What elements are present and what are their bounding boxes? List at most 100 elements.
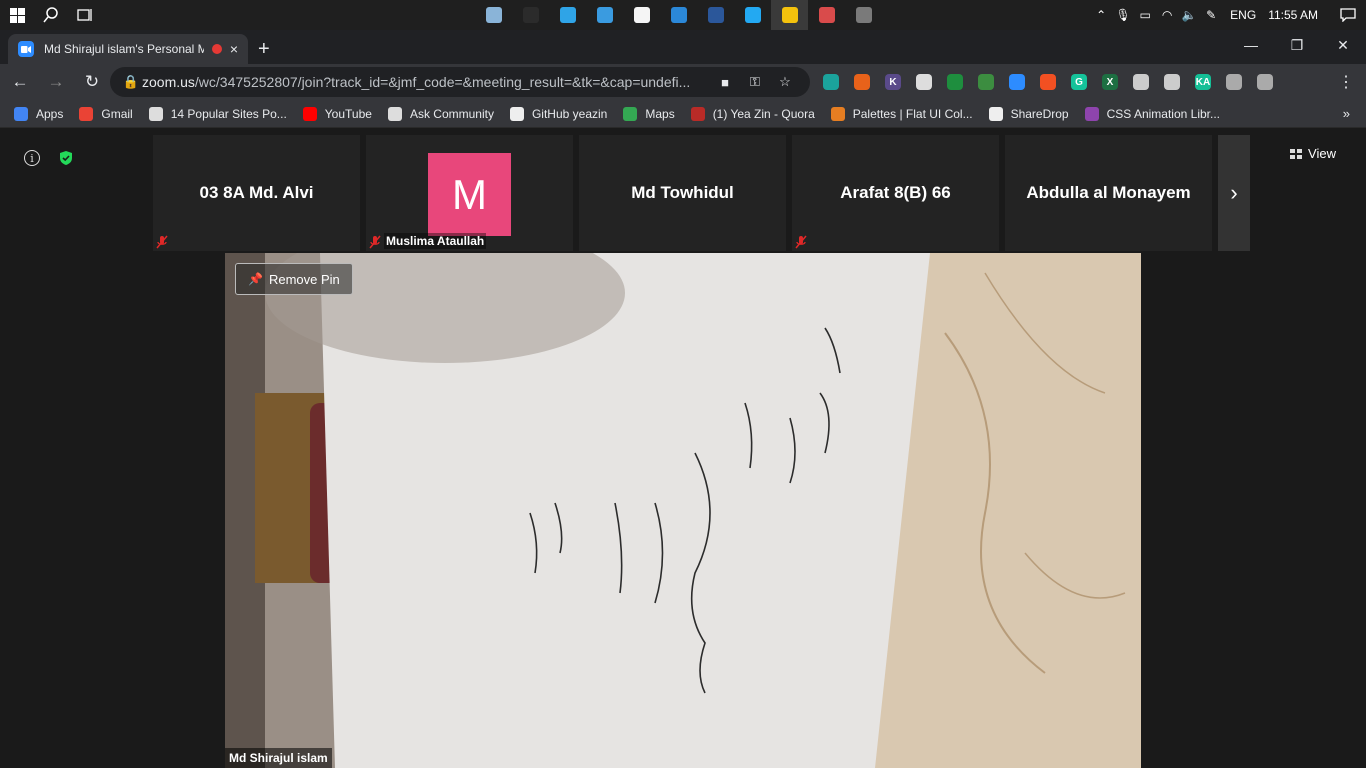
close-tab-icon[interactable]: × xyxy=(230,41,238,57)
extension-button[interactable] xyxy=(1128,69,1154,95)
star-icon[interactable]: ☆ xyxy=(770,74,800,90)
chevron-up-icon[interactable]: ⌃ xyxy=(1090,0,1112,30)
close-window-icon[interactable]: ✕ xyxy=(1320,30,1366,60)
clock[interactable]: 11:55 AM xyxy=(1264,8,1330,22)
wifi-icon[interactable]: ◠ xyxy=(1156,0,1178,30)
extension-button[interactable] xyxy=(942,69,968,95)
bookmark-item[interactable]: ShareDrop xyxy=(988,106,1069,121)
zoom-icon xyxy=(18,41,34,57)
extension-button[interactable]: X xyxy=(1097,69,1123,95)
ext-4-icon xyxy=(916,74,932,90)
taskbar-app-mail[interactable] xyxy=(660,0,697,30)
pen-icon[interactable]: ✎ xyxy=(1200,0,1222,30)
bookmark-item[interactable]: CSS Animation Libr... xyxy=(1084,106,1220,121)
key-icon[interactable]: ⚿ xyxy=(740,74,770,90)
ext-14-icon xyxy=(1226,74,1242,90)
extension-button[interactable] xyxy=(818,69,844,95)
participant-tile[interactable]: Abdulla al Monayem xyxy=(1005,135,1212,251)
extensions-row: K G X KA xyxy=(818,69,1283,95)
taskbar-app-vscode[interactable] xyxy=(734,0,771,30)
photos-icon xyxy=(485,7,502,23)
back-icon[interactable]: ← xyxy=(4,66,36,98)
language-indicator[interactable]: ENG xyxy=(1222,8,1264,22)
taskbar-app-store[interactable] xyxy=(623,0,660,30)
extension-button[interactable] xyxy=(1252,69,1278,95)
more-bookmarks-icon[interactable]: » xyxy=(1343,106,1350,121)
microphone-icon[interactable]: 🎙 xyxy=(1112,0,1134,30)
restore-icon[interactable]: ❐ xyxy=(1274,30,1320,60)
bookmark-item[interactable]: Gmail xyxy=(79,106,133,121)
remove-pin-button[interactable]: 📌 Remove Pin xyxy=(235,263,353,295)
bookmark-item[interactable]: 14 Popular Sites Po... xyxy=(148,106,287,121)
extension-button[interactable]: K xyxy=(880,69,906,95)
bookmark-label: Gmail xyxy=(101,106,133,121)
bookmark-item[interactable]: GitHub yeazin xyxy=(509,106,607,121)
address-bar[interactable]: 🔒 zoom.us/wc/3475252807/join?track_id=&j… xyxy=(110,67,810,97)
extensions-puzzle-icon[interactable]: ⋮ xyxy=(1338,72,1354,92)
notification-icon[interactable] xyxy=(1330,0,1366,30)
bookmark-item[interactable]: (1) Yea Zin - Quora xyxy=(690,106,815,121)
taskbar-app-terminal[interactable] xyxy=(512,0,549,30)
youtube-icon xyxy=(302,106,317,121)
extension-button[interactable] xyxy=(1035,69,1061,95)
windows-start-button[interactable] xyxy=(0,0,34,30)
pinned-participant-name: Md Shirajul islam xyxy=(225,748,332,768)
view-button[interactable]: View xyxy=(1290,146,1336,161)
browser-tab[interactable]: Md Shirajul islam's Personal M × xyxy=(8,34,248,64)
info-icon[interactable]: i xyxy=(24,150,40,166)
ext-2-icon xyxy=(854,74,870,90)
bookmark-item[interactable]: Ask Community xyxy=(387,106,494,121)
taskbar-app-chrome[interactable] xyxy=(771,0,808,30)
url-text[interactable]: zoom.us/wc/3475252807/join?track_id=&jmf… xyxy=(142,74,710,90)
extension-button[interactable] xyxy=(1004,69,1030,95)
participant-tile[interactable]: M Muslima Ataullah xyxy=(366,135,573,251)
minimize-icon[interactable]: — xyxy=(1228,30,1274,60)
new-tab-button[interactable]: + xyxy=(258,38,270,61)
extension-button[interactable] xyxy=(849,69,875,95)
taskbar-app-word[interactable] xyxy=(697,0,734,30)
lock-icon[interactable]: 🔒 xyxy=(120,74,142,90)
bookmark-item[interactable]: Palettes | Flat UI Col... xyxy=(830,106,973,121)
ext-15-icon xyxy=(1257,74,1273,90)
ext-8-icon xyxy=(1040,74,1056,90)
bookmark-item[interactable]: Apps xyxy=(14,106,64,121)
participant-tile[interactable]: Md Towhidul xyxy=(579,135,786,251)
participant-label: Muslima Ataullah xyxy=(384,233,487,249)
bookmark-label: Apps xyxy=(36,106,64,121)
extension-button[interactable] xyxy=(1159,69,1185,95)
camera-icon[interactable]: ■ xyxy=(710,75,740,90)
task-view-icon xyxy=(77,9,92,21)
muted-mic-icon xyxy=(156,235,168,249)
extension-button[interactable] xyxy=(911,69,937,95)
bookmark-item[interactable]: YouTube xyxy=(302,106,372,121)
taskbar-app-edge[interactable] xyxy=(549,0,586,30)
windows-taskbar: ⌃ 🎙 ▭ ◠ 🔈 ✎ ENG 11:55 AM xyxy=(0,0,1366,30)
taskbar-app-calculator[interactable] xyxy=(845,0,882,30)
taskbar-app-photos[interactable] xyxy=(475,0,512,30)
bookmark-item[interactable]: Maps xyxy=(623,106,675,121)
taskbar-app-pc[interactable] xyxy=(586,0,623,30)
extension-button[interactable] xyxy=(973,69,999,95)
globe-icon xyxy=(387,106,402,121)
volume-icon[interactable]: 🔈 xyxy=(1178,0,1200,30)
edge-icon xyxy=(559,7,576,23)
next-page-chevron-icon[interactable]: › xyxy=(1218,135,1250,251)
task-view-button[interactable] xyxy=(68,0,102,30)
shield-icon[interactable] xyxy=(58,150,74,166)
search-button[interactable] xyxy=(34,0,68,30)
ext-11-icon xyxy=(1133,74,1149,90)
participant-strip: 03 8A Md. Alvi M Muslima Ataullah Md Tow… xyxy=(153,135,1250,251)
extension-button[interactable]: KA xyxy=(1190,69,1216,95)
participant-tile[interactable]: Arafat 8(B) 66 xyxy=(792,135,999,251)
extension-button[interactable]: G xyxy=(1066,69,1092,95)
battery-icon[interactable]: ▭ xyxy=(1134,0,1156,30)
bookmark-label: Palettes | Flat UI Col... xyxy=(852,106,973,121)
pinned-video[interactable]: 📌 Remove Pin Md Shirajul islam xyxy=(225,253,1141,768)
forward-icon[interactable]: → xyxy=(40,66,72,98)
palette-icon xyxy=(830,106,845,121)
reload-icon[interactable]: ↻ xyxy=(76,66,108,98)
participant-tile[interactable]: 03 8A Md. Alvi xyxy=(153,135,360,251)
taskbar-app-snip[interactable] xyxy=(808,0,845,30)
muted-mic-icon xyxy=(369,235,381,249)
extension-button[interactable] xyxy=(1221,69,1247,95)
